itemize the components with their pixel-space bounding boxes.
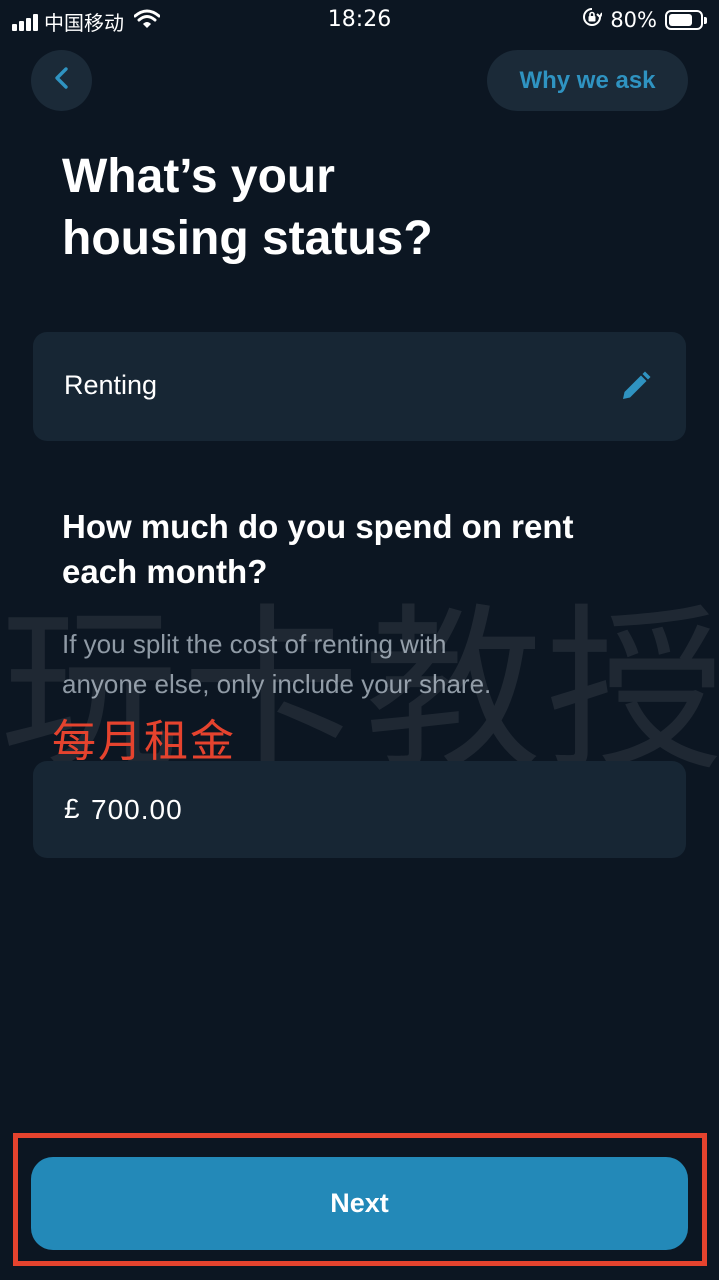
rent-hint: If you split the cost of renting with an… [62,624,662,704]
housing-status-value: Renting [64,370,158,400]
chevron-left-icon [52,66,72,95]
why-we-ask-button[interactable]: Why we ask [487,50,688,111]
rent-hint-line-2: anyone else, only include your share. [62,669,492,699]
page-title-line-2: housing status? [62,212,433,265]
back-button[interactable] [31,50,92,111]
status-bar: 中国移动 18:26 80% [0,0,719,40]
screen: 中国移动 18:26 80% Why we ask What’s your ho… [0,0,719,1280]
annotation-label: 每月租金 [52,716,236,767]
rent-question: How much do you spend on rent each month… [62,504,682,594]
rent-hint-line-1: If you split the cost of renting with [62,629,447,659]
battery-fill [669,13,693,26]
battery-percentage: 80% [610,7,657,32]
status-bar-right: 80% [582,7,707,32]
rent-question-line-2: each month? [62,553,268,590]
battery-icon [665,9,707,30]
rent-amount-input[interactable] [91,785,651,835]
page-title: What’s your housing status? [62,146,662,270]
next-button[interactable]: Next [31,1157,688,1250]
currency-symbol: £ [64,793,80,824]
housing-status-select[interactable]: Renting [33,332,686,441]
rent-amount-field[interactable]: £ [33,761,686,858]
rotation-lock-icon [582,7,604,32]
rent-question-line-1: How much do you spend on rent [62,508,574,545]
page-title-line-1: What’s your [62,150,335,203]
pencil-icon[interactable] [618,370,652,404]
